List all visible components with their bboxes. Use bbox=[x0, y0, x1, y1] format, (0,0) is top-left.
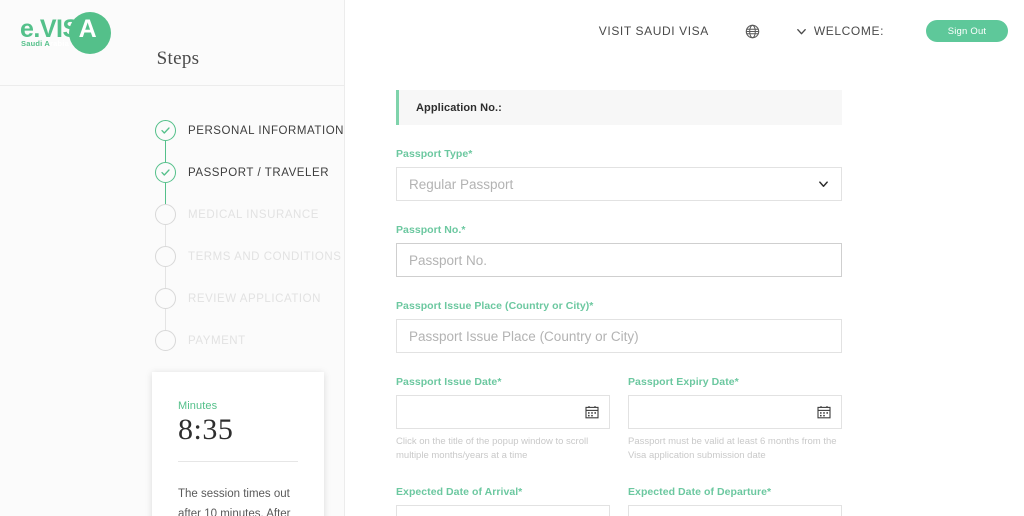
passport-no-label: Passport No.* bbox=[396, 224, 466, 236]
top-header-bar: VISIT SAUDI VISA WELCOME: Sign Out bbox=[345, 0, 1024, 62]
chevron-down-icon bbox=[819, 181, 828, 187]
sidebar-step-personal-information[interactable]: PERSONAL INFORMATION bbox=[155, 120, 344, 141]
steps-heading: Steps bbox=[156, 48, 200, 69]
passport-type-label: Passport Type* bbox=[396, 148, 473, 160]
passport-issue-place-label: Passport Issue Place (Country or City)* bbox=[396, 300, 594, 312]
passport-issue-date-input[interactable] bbox=[396, 395, 610, 429]
sidebar-header: e.VISA Saudi Arabia Steps bbox=[0, 0, 344, 86]
passport-dates-row: Passport Issue Date* Click on the title … bbox=[396, 376, 1024, 463]
logo-sub-part2: rabia bbox=[50, 39, 69, 48]
passport-expiry-date-helper: Passport must be valid at least 6 months… bbox=[628, 436, 837, 461]
passport-issue-date-label: Passport Issue Date* bbox=[396, 376, 502, 388]
step-status-icon bbox=[155, 162, 176, 183]
passport-expiry-date-field: Passport Expiry Date* Passport must be v… bbox=[628, 376, 842, 463]
expected-arrival-input[interactable] bbox=[396, 504, 610, 516]
step-connector bbox=[155, 183, 176, 204]
passport-traveler-form: Application No.: Passport Type* Regular … bbox=[345, 62, 1024, 516]
expected-arrival-label: Expected Date of Arrival* bbox=[396, 485, 523, 498]
step-status-icon bbox=[155, 288, 176, 309]
passport-no-placeholder: Passport No. bbox=[409, 252, 488, 268]
sidebar-step-medical-insurance[interactable]: MEDICAL INSURANCE bbox=[155, 204, 344, 225]
step-connector bbox=[155, 267, 176, 288]
passport-expiry-date-label: Passport Expiry Date* bbox=[628, 376, 739, 388]
step-status-icon bbox=[155, 246, 176, 267]
application-number-label: Application No.: bbox=[416, 101, 502, 114]
step-label: MEDICAL INSURANCE bbox=[188, 208, 319, 221]
passport-no-input[interactable]: Passport No. bbox=[396, 243, 842, 277]
passport-no-field: Passport No.* Passport No. bbox=[396, 224, 842, 277]
expected-arrival-field: Expected Date of Arrival* bbox=[396, 486, 610, 516]
sidebar-step-payment[interactable]: PAYMENT bbox=[155, 330, 344, 351]
session-timeout-note: The session times out after 10 minutes. … bbox=[178, 487, 291, 516]
visit-saudi-visa-link[interactable]: VISIT SAUDI VISA bbox=[599, 24, 709, 38]
step-status-icon bbox=[155, 120, 176, 141]
step-label: PAYMENT bbox=[188, 334, 246, 347]
timer-countdown-value: 8:35 bbox=[178, 413, 234, 446]
passport-issue-place-field: Passport Issue Place (Country or City)* … bbox=[396, 300, 842, 353]
step-label: REVIEW APPLICATION bbox=[188, 292, 322, 305]
step-connector bbox=[155, 141, 176, 162]
passport-type-select[interactable]: Regular Passport bbox=[396, 167, 842, 201]
sidebar-step-review-application[interactable]: REVIEW APPLICATION bbox=[155, 288, 344, 309]
step-label: TERMS AND CONDITIONS bbox=[188, 250, 342, 263]
step-label: PASSPORT / TRAVELER bbox=[188, 166, 330, 179]
check-icon bbox=[161, 127, 170, 134]
passport-type-value: Regular Passport bbox=[409, 176, 514, 192]
passport-issue-date-helper: Click on the title of the popup window t… bbox=[396, 436, 589, 461]
welcome-menu[interactable]: WELCOME: bbox=[796, 24, 884, 38]
step-label: PERSONAL INFORMATION bbox=[188, 124, 345, 137]
chevron-down-icon bbox=[797, 28, 806, 34]
step-status-icon bbox=[155, 204, 176, 225]
session-timer-card: Minutes 8:35 The session times out after… bbox=[152, 372, 324, 516]
passport-expiry-date-input[interactable] bbox=[628, 395, 842, 429]
sign-out-button[interactable]: Sign Out bbox=[926, 20, 1008, 42]
step-status-icon bbox=[155, 330, 176, 351]
timer-divider bbox=[178, 460, 298, 462]
calendar-icon[interactable] bbox=[585, 405, 599, 419]
check-icon bbox=[161, 169, 170, 176]
main-content: VISIT SAUDI VISA WELCOME: Sign Out Appli… bbox=[345, 0, 1024, 516]
logo-text-part3: A bbox=[78, 15, 97, 43]
travel-dates-row: Expected Date of Arrival* Expected Date … bbox=[396, 486, 1024, 516]
step-connector bbox=[155, 225, 176, 246]
globe-icon[interactable] bbox=[745, 24, 760, 39]
logo-sub-part1: Saudi A bbox=[21, 39, 51, 48]
logo-subtitle: Saudi Arabia bbox=[21, 40, 69, 48]
step-connector bbox=[155, 309, 176, 330]
expected-departure-field: Expected Date of Departure* bbox=[628, 486, 842, 516]
application-number-bar: Application No.: bbox=[396, 90, 842, 125]
expected-departure-input[interactable] bbox=[628, 504, 842, 516]
passport-type-field: Passport Type* Regular Passport bbox=[396, 148, 842, 201]
sidebar-step-terms-and-conditions[interactable]: TERMS AND CONDITIONS bbox=[155, 246, 344, 267]
calendar-icon[interactable] bbox=[817, 405, 831, 419]
passport-issue-place-placeholder: Passport Issue Place (Country or City) bbox=[409, 328, 639, 344]
steps-list: PERSONAL INFORMATION PASSPORT / TRAVELER… bbox=[155, 120, 344, 351]
expected-departure-label: Expected Date of Departure* bbox=[628, 485, 772, 498]
passport-issue-date-field: Passport Issue Date* Click on the title … bbox=[396, 376, 610, 463]
sidebar-step-passport-traveler[interactable]: PASSPORT / TRAVELER bbox=[155, 162, 344, 183]
sidebar: e.VISA Saudi Arabia Steps PERSONAL INFOR… bbox=[0, 0, 345, 516]
timer-label: Minutes bbox=[178, 400, 218, 412]
welcome-label: WELCOME: bbox=[813, 24, 884, 38]
evisa-application-page: e.VISA Saudi Arabia Steps PERSONAL INFOR… bbox=[0, 0, 1024, 516]
passport-issue-place-input[interactable]: Passport Issue Place (Country or City) bbox=[396, 319, 842, 353]
